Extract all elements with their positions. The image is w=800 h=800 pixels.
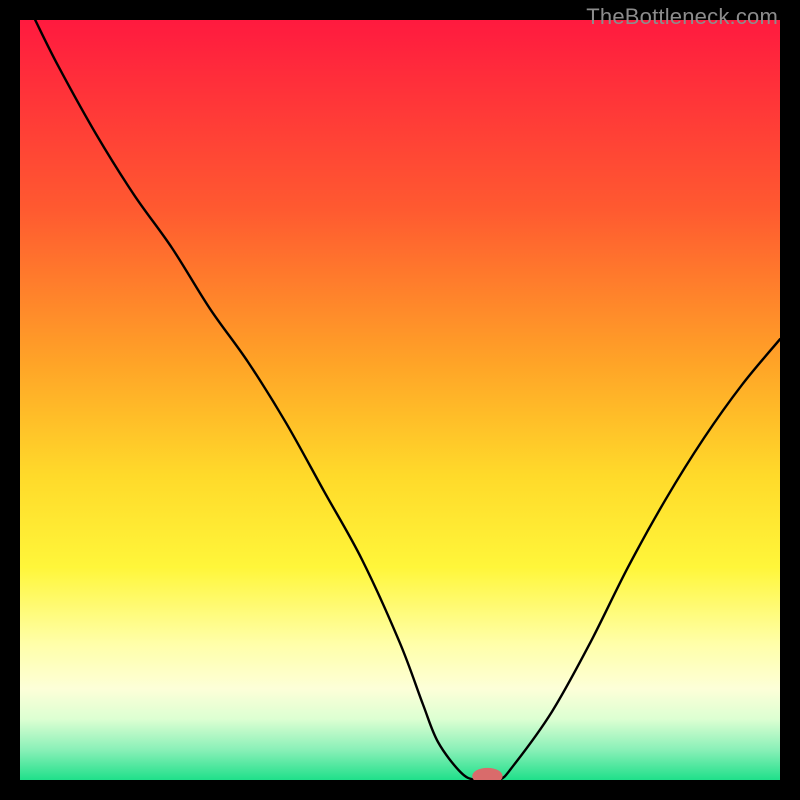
plot-area bbox=[20, 20, 780, 780]
gradient-background bbox=[20, 20, 780, 780]
watermark-text: TheBottleneck.com bbox=[586, 4, 778, 30]
chart-frame: TheBottleneck.com bbox=[0, 0, 800, 800]
bottleneck-chart bbox=[20, 20, 780, 780]
